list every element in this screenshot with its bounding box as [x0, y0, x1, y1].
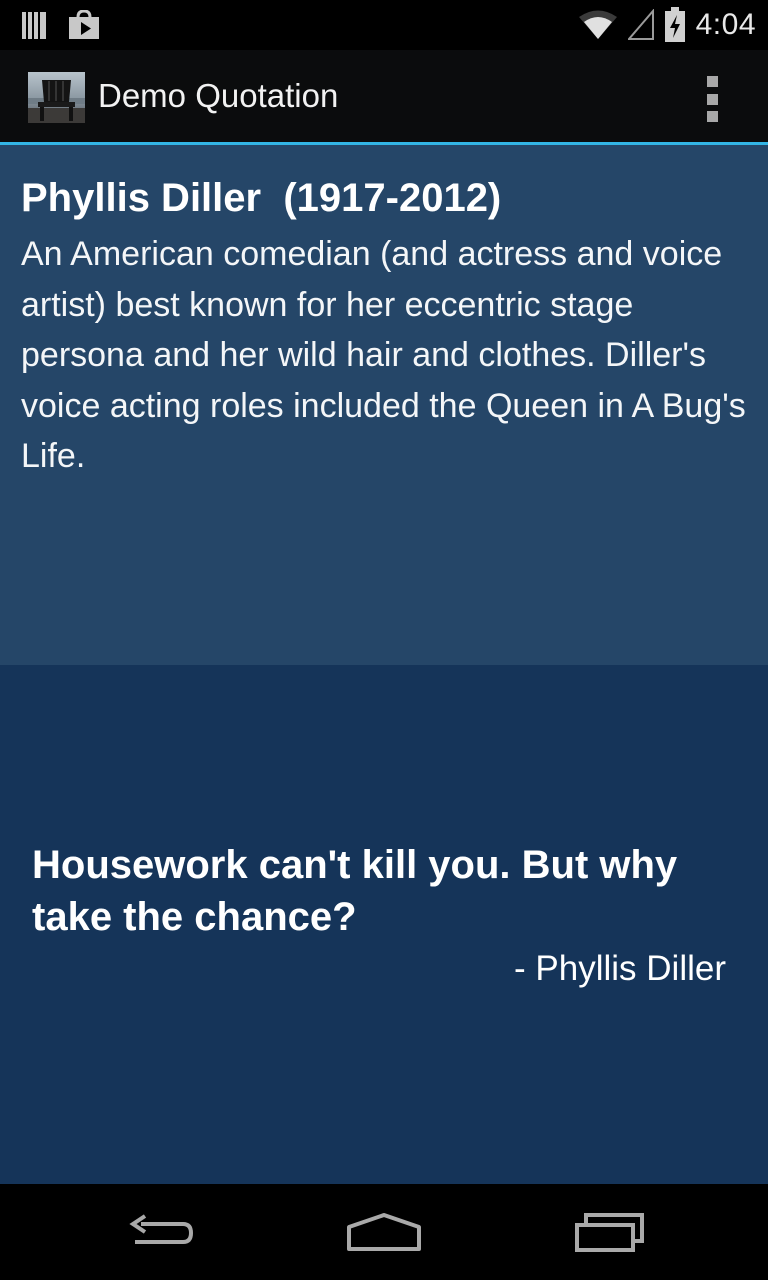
overflow-menu-button[interactable] — [700, 76, 724, 122]
quote-text: Housework can't kill you. But why take t… — [32, 843, 678, 939]
recent-apps-icon — [575, 1213, 644, 1252]
overflow-menu-icon-dot — [706, 111, 718, 122]
status-time: 4:04 — [695, 8, 756, 41]
chair-photo-app-icon — [28, 72, 85, 123]
home-button[interactable] — [339, 1206, 429, 1258]
signal-icon — [627, 9, 654, 40]
bio-panel: Phyllis Diller (1917-2012) An American c… — [0, 145, 768, 665]
status-bar: 4:04 — [0, 0, 768, 50]
library-icon — [22, 12, 46, 39]
app-title: Demo Quotation — [98, 77, 339, 114]
home-icon — [347, 1213, 421, 1251]
phone-screen: 4:04 Demo Quotation Phyllis Diller (1917… — [0, 0, 768, 1280]
back-button[interactable] — [115, 1206, 205, 1258]
quote-panel: Housework can't kill you. But why take t… — [0, 665, 768, 1184]
play-store-icon — [69, 10, 99, 39]
back-icon — [129, 1214, 194, 1244]
quote-author: - Phyllis Diller — [514, 949, 726, 988]
overflow-menu-icon-dot — [706, 76, 718, 87]
wifi-icon — [578, 10, 617, 39]
status-left-icons — [22, 8, 100, 42]
recent-apps-button[interactable] — [565, 1206, 655, 1258]
person-bio-text: An American comedian (and actress and vo… — [21, 235, 746, 475]
battery-charging-icon — [664, 7, 685, 42]
app-icon[interactable] — [28, 72, 85, 123]
navigation-bar — [0, 1184, 768, 1280]
action-bar: Demo Quotation — [0, 50, 768, 142]
status-right-icons: 4:04 — [578, 4, 756, 46]
overflow-menu-icon-dot — [706, 93, 718, 105]
person-name-heading: Phyllis Diller (1917-2012) — [21, 176, 502, 220]
